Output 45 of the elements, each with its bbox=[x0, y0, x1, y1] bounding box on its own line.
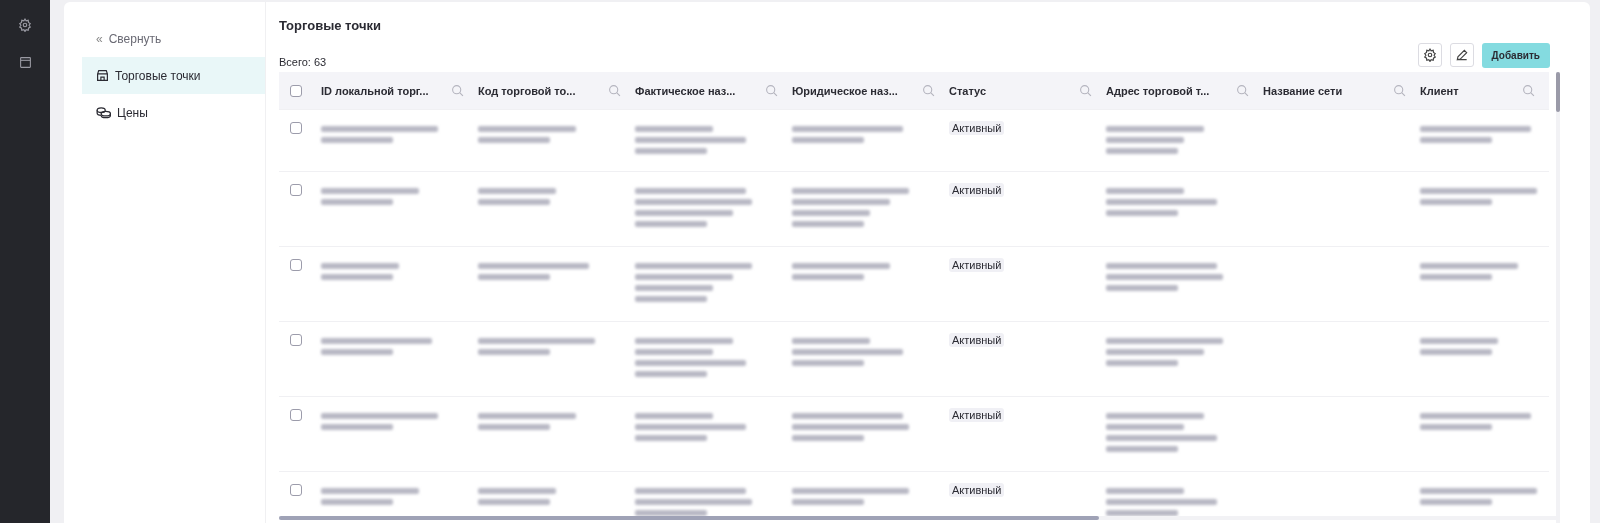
status-badge: Активный bbox=[949, 183, 1005, 197]
scrollbar-thumb[interactable] bbox=[1556, 72, 1560, 112]
search-icon[interactable] bbox=[608, 84, 621, 97]
row-checkbox[interactable] bbox=[290, 259, 302, 271]
search-icon[interactable] bbox=[1522, 84, 1535, 97]
search-icon[interactable] bbox=[1079, 84, 1092, 97]
edit-button[interactable] bbox=[1449, 43, 1474, 67]
row-checkbox[interactable] bbox=[290, 122, 302, 134]
row-checkbox[interactable] bbox=[290, 484, 302, 496]
column-header: ID локальной торг... bbox=[321, 84, 429, 97]
row-checkbox[interactable] bbox=[290, 409, 302, 421]
column-header: Статус bbox=[949, 84, 987, 97]
settings-icon bbox=[1422, 48, 1437, 62]
status-badge: Активный bbox=[949, 121, 1005, 135]
add-button[interactable]: Добавить bbox=[1481, 43, 1550, 68]
calendar-icon bbox=[18, 55, 32, 69]
sidebar-item[interactable]: Цены bbox=[82, 94, 265, 131]
settings-button[interactable] bbox=[1417, 43, 1442, 67]
column-header: Фактическое наз... bbox=[635, 84, 736, 97]
search-icon[interactable] bbox=[1236, 84, 1249, 97]
status-badge: Активный bbox=[949, 483, 1005, 497]
column-header: Адрес торговой т... bbox=[1106, 84, 1210, 97]
column-header: Код торговой то... bbox=[478, 84, 576, 97]
sidebar-item[interactable]: Торговые точки bbox=[82, 57, 265, 94]
coins-icon bbox=[96, 106, 111, 119]
collapse-button[interactable]: « Свернуть bbox=[82, 20, 265, 57]
column-header: Клиент bbox=[1420, 84, 1459, 97]
search-icon[interactable] bbox=[451, 84, 464, 97]
select-all-checkbox[interactable] bbox=[290, 84, 302, 97]
settings-icon bbox=[18, 18, 32, 32]
row-checkbox[interactable] bbox=[290, 334, 302, 346]
store-icon bbox=[96, 69, 109, 82]
search-icon[interactable] bbox=[922, 84, 935, 97]
search-icon[interactable] bbox=[1393, 84, 1406, 97]
pencil-icon bbox=[1454, 48, 1469, 62]
status-badge: Активный bbox=[949, 258, 1005, 272]
scrollbar-thumb[interactable] bbox=[279, 516, 1099, 520]
search-icon[interactable] bbox=[765, 84, 778, 97]
column-header: Юридическое наз... bbox=[792, 84, 898, 97]
page-title: Торговые точки bbox=[279, 18, 382, 33]
status-badge: Активный bbox=[949, 333, 1005, 347]
total-count: Всего: 63 bbox=[279, 56, 327, 68]
status-badge: Активный bbox=[949, 408, 1005, 422]
column-header: Название сети bbox=[1263, 84, 1343, 97]
row-checkbox[interactable] bbox=[290, 184, 302, 196]
